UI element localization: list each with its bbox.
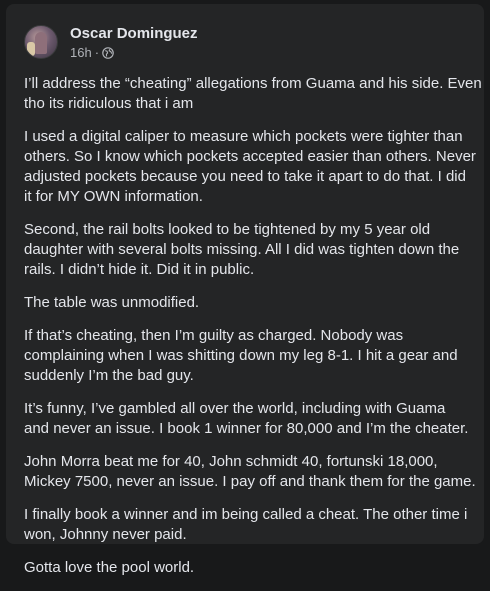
post-paragraph: Second, the rail bolts looked to be tigh… bbox=[24, 221, 460, 278]
post-paragraph: I used a digital caliper to measure whic… bbox=[24, 128, 476, 205]
meta-separator: · bbox=[94, 44, 100, 60]
post-paragraph: The table was unmodified. bbox=[24, 294, 200, 311]
post-paragraph: If that’s cheating, then I’m guilty as c… bbox=[24, 327, 458, 384]
post-paragraph: I finally book a winner and im being cal… bbox=[24, 506, 468, 543]
avatar[interactable] bbox=[24, 25, 58, 59]
author-name[interactable]: Oscar Dominguez bbox=[70, 24, 198, 43]
post-paragraph: I’ll address the “cheating” allegations … bbox=[24, 75, 482, 112]
timestamp-row: 16h · bbox=[70, 44, 198, 61]
post-timestamp[interactable]: 16h bbox=[70, 44, 92, 61]
post-paragraph: John Morra beat me for 40, John schmidt … bbox=[24, 453, 476, 490]
post-body: I’ll address the “cheating” allegations … bbox=[24, 74, 482, 591]
globe-icon[interactable] bbox=[102, 46, 114, 59]
post-paragraph: Gotta love the pool world. bbox=[24, 559, 195, 576]
post-meta: Oscar Dominguez 16h · bbox=[70, 24, 198, 61]
post-card: Oscar Dominguez 16h · I’ll address the “… bbox=[6, 4, 484, 576]
post-paragraph: It’s funny, I’ve gambled all over the wo… bbox=[24, 400, 469, 437]
post-header: Oscar Dominguez 16h · bbox=[24, 22, 198, 62]
